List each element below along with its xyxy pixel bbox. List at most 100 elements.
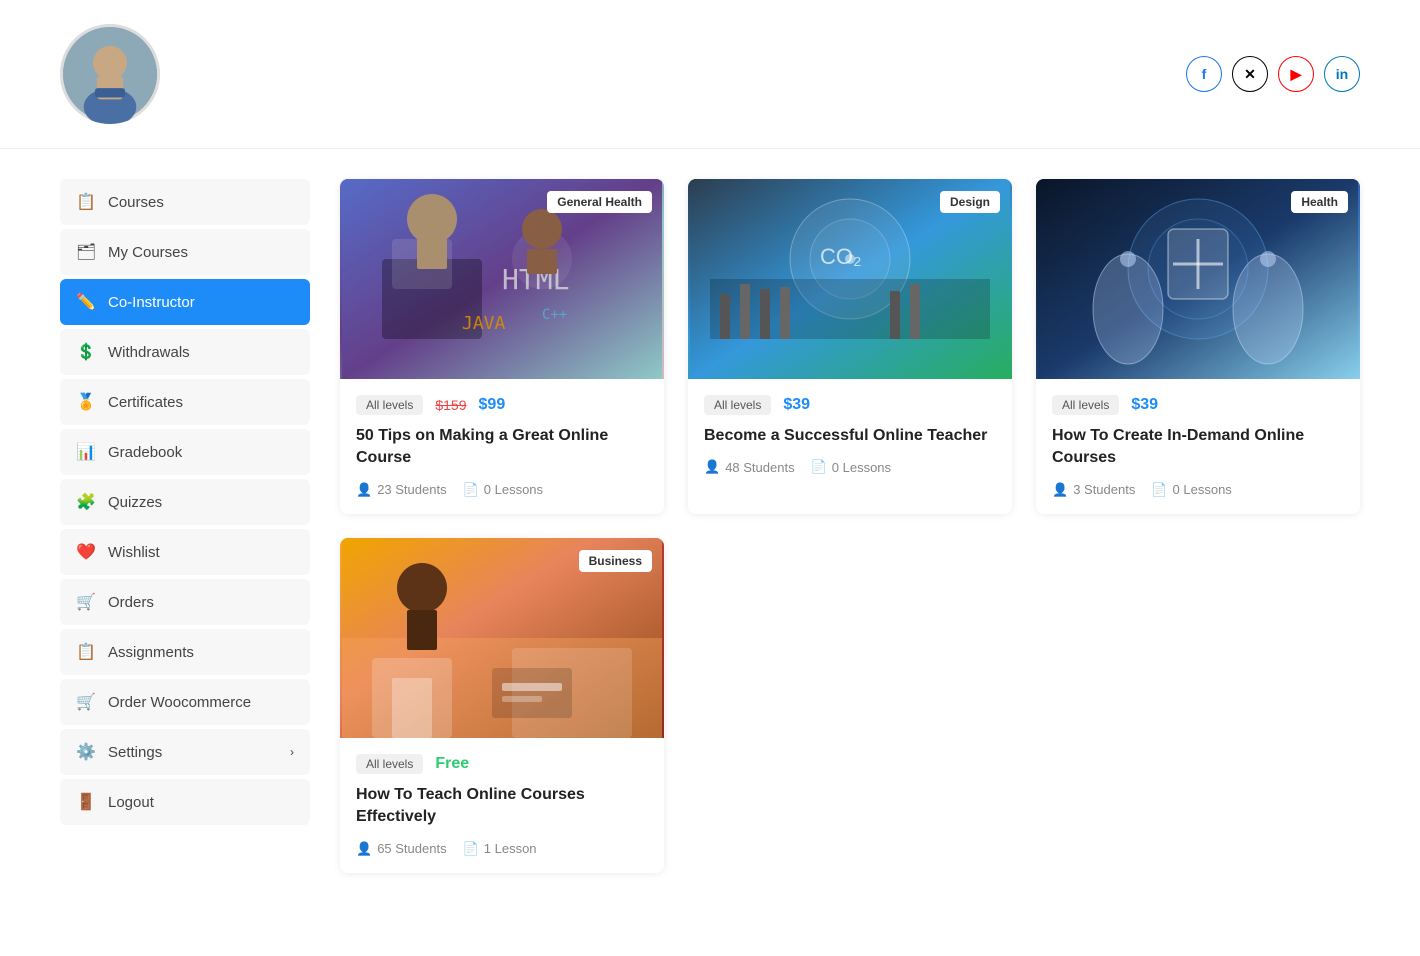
sidebar-label-co-instructor: Co-Instructor	[108, 294, 195, 311]
svg-text:JAVA: JAVA	[462, 313, 506, 334]
sidebar-icon-my-courses: 🗂	[76, 242, 96, 262]
svg-text:CO₂: CO₂	[820, 244, 862, 269]
card-meta: 👤 23 Students 📄 0 Lessons	[356, 482, 648, 498]
sidebar-item-gradebook[interactable]: 📊 Gradebook	[60, 429, 310, 475]
card-level-price: All levels $39	[704, 395, 996, 415]
students-meta: 👤 48 Students	[704, 459, 795, 475]
sidebar-label-logout: Logout	[108, 794, 154, 811]
lessons-meta: 📄 0 Lessons	[463, 482, 543, 498]
sidebar-label-courses: Courses	[108, 194, 164, 211]
sidebar-label-assignments: Assignments	[108, 644, 194, 661]
facebook-button[interactable]: f	[1186, 56, 1222, 92]
card-badge: Design	[940, 191, 1000, 213]
lessons-count: 0 Lessons	[832, 460, 891, 475]
sidebar-item-quizzes[interactable]: 🧩 Quizzes	[60, 479, 310, 525]
price: Free	[435, 755, 469, 773]
card-level: All levels	[1052, 395, 1119, 415]
sidebar-item-assignments[interactable]: 📋 Assignments	[60, 629, 310, 675]
card-badge: Business	[579, 550, 652, 572]
card-level-price: All levels Free	[356, 754, 648, 774]
sidebar-item-certificates[interactable]: 🏅 Certificates	[60, 379, 310, 425]
students-meta: 👤 23 Students	[356, 482, 447, 498]
students-count: 3 Students	[1073, 482, 1135, 497]
price: $39	[1131, 396, 1158, 414]
sidebar-icon-gradebook: 📊	[76, 442, 96, 462]
sidebar-item-order-woocommerce[interactable]: 🛒 Order Woocommerce	[60, 679, 310, 725]
students-count: 23 Students	[377, 482, 446, 497]
sidebar-item-courses[interactable]: 📋 Courses	[60, 179, 310, 225]
card-level-price: All levels $39	[1052, 395, 1344, 415]
card-level: All levels	[704, 395, 771, 415]
sidebar-label-orders: Orders	[108, 594, 154, 611]
lessons-meta: 📄 1 Lesson	[463, 841, 537, 857]
sidebar-icon-wishlist: ❤️	[76, 542, 96, 562]
sidebar-icon-co-instructor: ✏️	[76, 292, 96, 312]
card-badge: Health	[1291, 191, 1348, 213]
main-content: 📋 Courses 🗂 My Courses ✏️ Co-Instructor …	[0, 149, 1420, 903]
card-image: Business	[340, 538, 664, 738]
students-meta: 👤 3 Students	[1052, 482, 1135, 498]
svg-text:C++: C++	[542, 307, 567, 323]
course-card-course-2[interactable]: CO₂ Design All levels $39 Become a Succe…	[688, 179, 1012, 514]
course-card-course-1[interactable]: HTML JAVA C++ General Health All levels …	[340, 179, 664, 514]
sidebar-item-wishlist[interactable]: ❤️ Wishlist	[60, 529, 310, 575]
sidebar-label-settings: Settings	[108, 744, 162, 761]
lessons-meta: 📄 0 Lessons	[811, 459, 891, 475]
sidebar-icon-settings: ⚙️	[76, 742, 96, 762]
students-count: 48 Students	[725, 460, 794, 475]
lessons-count: 0 Lessons	[484, 482, 543, 497]
card-title: How To Create In-Demand Online Courses	[1052, 425, 1344, 470]
students-meta: 👤 65 Students	[356, 841, 447, 857]
sidebar-label-withdrawals: Withdrawals	[108, 344, 190, 361]
linkedin-button[interactable]: in	[1324, 56, 1360, 92]
lessons-count: 1 Lesson	[484, 841, 537, 856]
card-body: All levels $159 $99 50 Tips on Making a …	[340, 379, 664, 514]
course-card-course-3[interactable]: Health All levels $39 How To Create In-D…	[1036, 179, 1360, 514]
sidebar-label-gradebook: Gradebook	[108, 444, 182, 461]
courses-grid: HTML JAVA C++ General Health All levels …	[340, 179, 1360, 873]
sidebar-icon-certificates: 🏅	[76, 392, 96, 412]
students-icon: 👤	[356, 482, 372, 498]
card-title: How To Teach Online Courses Effectively	[356, 784, 648, 829]
sidebar-arrow-settings: ›	[290, 745, 294, 759]
lessons-icon: 📄	[1151, 482, 1167, 498]
course-card-course-4[interactable]: Business All levels Free How To Teach On…	[340, 538, 664, 873]
students-icon: 👤	[704, 459, 720, 475]
sidebar-item-orders[interactable]: 🛒 Orders	[60, 579, 310, 625]
card-body: All levels Free How To Teach Online Cour…	[340, 738, 664, 873]
header-left	[60, 24, 180, 124]
students-icon: 👤	[1052, 482, 1068, 498]
card-body: All levels $39 Become a Successful Onlin…	[688, 379, 1012, 491]
students-icon: 👤	[356, 841, 372, 857]
card-image: CO₂ Design	[688, 179, 1012, 379]
sidebar-item-my-courses[interactable]: 🗂 My Courses	[60, 229, 310, 275]
sidebar-label-wishlist: Wishlist	[108, 544, 160, 561]
youtube-button[interactable]: ▶	[1278, 56, 1314, 92]
price-old: $159	[435, 397, 466, 413]
sidebar-item-logout[interactable]: 🚪 Logout	[60, 779, 310, 825]
students-count: 65 Students	[377, 841, 446, 856]
lessons-icon: 📄	[811, 459, 827, 475]
card-title: 50 Tips on Making a Great Online Course	[356, 425, 648, 470]
sidebar-icon-logout: 🚪	[76, 792, 96, 812]
card-body: All levels $39 How To Create In-Demand O…	[1036, 379, 1360, 514]
sidebar-icon-assignments: 📋	[76, 642, 96, 662]
card-level: All levels	[356, 395, 423, 415]
sidebar-icon-order-woocommerce: 🛒	[76, 692, 96, 712]
sidebar-item-settings[interactable]: ⚙️ Settings ›	[60, 729, 310, 775]
sidebar-label-certificates: Certificates	[108, 394, 183, 411]
lessons-icon: 📄	[463, 841, 479, 857]
card-meta: 👤 48 Students 📄 0 Lessons	[704, 459, 996, 475]
twitter-button[interactable]: ✕	[1232, 56, 1268, 92]
sidebar-item-withdrawals[interactable]: 💲 Withdrawals	[60, 329, 310, 375]
card-meta: 👤 3 Students 📄 0 Lessons	[1052, 482, 1344, 498]
sidebar-icon-courses: 📋	[76, 192, 96, 212]
lessons-count: 0 Lessons	[1173, 482, 1232, 497]
sidebar: 📋 Courses 🗂 My Courses ✏️ Co-Instructor …	[60, 179, 310, 873]
card-image: HTML JAVA C++ General Health	[340, 179, 664, 379]
card-image: Health	[1036, 179, 1360, 379]
social-icons: f ✕ ▶ in	[1186, 56, 1360, 92]
svg-text:HTML: HTML	[502, 263, 569, 296]
header: f ✕ ▶ in	[0, 0, 1420, 149]
sidebar-item-co-instructor[interactable]: ✏️ Co-Instructor	[60, 279, 310, 325]
